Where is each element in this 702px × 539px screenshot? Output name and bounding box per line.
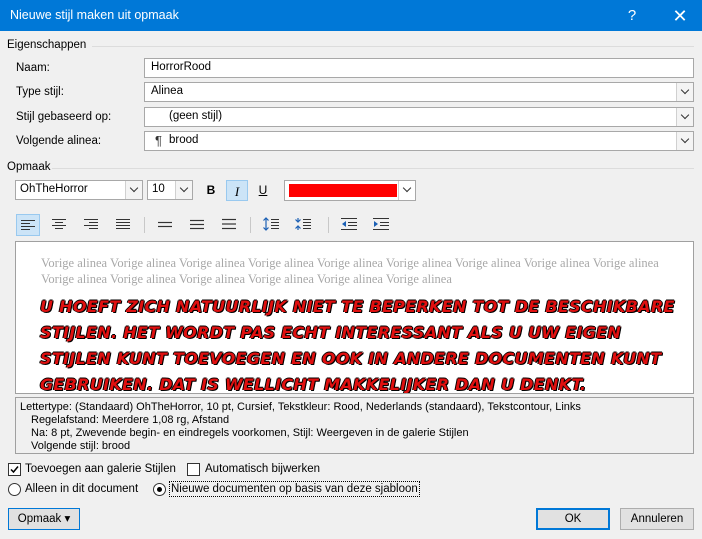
name-value: HorrorRood — [151, 61, 212, 73]
close-button[interactable]: ✕ — [660, 4, 700, 28]
properties-divider — [92, 46, 694, 47]
properties-section-label: Eigenschappen — [7, 39, 87, 51]
bold-button[interactable]: B — [200, 180, 222, 201]
help-button[interactable]: ? — [612, 5, 652, 27]
auto-update-checkbox[interactable] — [187, 463, 200, 476]
description-line-3: Na: 8 pt, Zwevende begin- en eindregels … — [31, 427, 469, 439]
chevron-down-icon[interactable] — [676, 108, 693, 126]
single-spacing-icon — [158, 221, 172, 228]
formatting-section-label: Opmaak — [7, 161, 51, 173]
font-name-dropdown[interactable]: OhTheHorror — [15, 180, 143, 200]
cancel-button[interactable]: Annuleren — [620, 508, 694, 530]
only-this-document-radio[interactable] — [8, 483, 21, 496]
align-left-icon — [21, 220, 35, 230]
double-spacing-button[interactable] — [218, 214, 242, 236]
style-type-value: Alinea — [151, 85, 183, 97]
toolbar-separator — [250, 217, 251, 233]
new-documents-label[interactable]: Nieuwe documenten op basis van deze sjab… — [169, 481, 420, 497]
style-description: Lettertype: (Standaard) OhTheHorror, 10 … — [15, 397, 694, 454]
double-spacing-icon — [222, 218, 236, 230]
align-left-button[interactable] — [16, 214, 40, 236]
font-color-dropdown[interactable] — [284, 180, 416, 201]
one-half-spacing-button[interactable] — [186, 214, 210, 236]
description-line-1: Lettertype: (Standaard) OhTheHorror, 10 … — [20, 401, 581, 413]
new-documents-radio[interactable] — [153, 483, 166, 496]
align-right-icon — [84, 219, 98, 229]
ok-button[interactable]: OK — [536, 508, 610, 530]
sample-text: U hoeft zich natuurlijk niet te beperken… — [40, 297, 675, 394]
align-center-button[interactable] — [48, 214, 72, 236]
name-input[interactable]: HorrorRood — [144, 58, 694, 78]
based-on-value: (geen stijl) — [169, 110, 223, 122]
checkmark-icon — [10, 466, 19, 474]
toolbar-separator — [144, 217, 145, 233]
pilcrow-icon: ¶ — [155, 133, 162, 148]
add-to-gallery-checkbox[interactable] — [8, 463, 21, 476]
formatting-divider — [52, 168, 694, 169]
justify-button[interactable] — [112, 214, 136, 236]
radio-selected-dot — [157, 487, 162, 492]
style-type-dropdown[interactable]: Alinea — [144, 82, 694, 102]
chevron-down-icon[interactable] — [676, 83, 693, 101]
spacing-decrease-icon — [295, 218, 311, 230]
style-type-label: Type stijl: — [16, 86, 64, 98]
auto-update-label[interactable]: Automatisch bijwerken — [205, 463, 320, 475]
align-right-button[interactable] — [80, 214, 104, 236]
font-size-value: 10 — [152, 183, 165, 195]
align-center-icon — [52, 219, 66, 229]
decrease-spacing-before-button[interactable] — [292, 214, 316, 236]
description-line-2: Regelafstand: Meerdere 1,08 rg, Afstand — [31, 414, 230, 426]
chevron-down-icon[interactable] — [175, 181, 192, 199]
based-on-dropdown[interactable]: (geen stijl) — [144, 107, 694, 127]
window-title: Nieuwe stijl maken uit opmaak — [10, 8, 179, 22]
justify-icon — [116, 219, 130, 229]
italic-button[interactable]: I — [226, 180, 248, 201]
font-color-swatch — [289, 184, 397, 197]
chevron-down-icon[interactable] — [398, 181, 415, 200]
title-bar: Nieuwe stijl maken uit opmaak ? ✕ — [0, 0, 702, 31]
font-name-value: OhTheHorror — [20, 183, 88, 195]
following-paragraph-label: Volgende alinea: — [16, 135, 102, 147]
toolbar-separator — [328, 217, 329, 233]
chevron-down-icon[interactable] — [676, 132, 693, 150]
style-preview: Vorige alinea Vorige alinea Vorige aline… — [15, 241, 694, 394]
spacing-increase-icon — [263, 217, 279, 231]
increase-indent-icon — [373, 218, 389, 230]
only-this-document-label[interactable]: Alleen in dit document — [25, 483, 138, 495]
decrease-indent-icon — [341, 218, 357, 230]
decrease-indent-button[interactable] — [338, 214, 362, 236]
following-paragraph-value: brood — [169, 134, 199, 146]
font-size-dropdown[interactable]: 10 — [147, 180, 193, 200]
format-menu-button[interactable]: Opmaak ▾ — [8, 508, 80, 530]
description-line-4: Volgende stijl: brood — [31, 440, 131, 452]
increase-spacing-before-button[interactable] — [260, 214, 284, 236]
name-label: Naam: — [16, 62, 50, 74]
previous-paragraph-text: Vorige alinea Vorige alinea Vorige aline… — [41, 256, 659, 286]
one-half-spacing-icon — [190, 219, 204, 230]
add-to-gallery-label[interactable]: Toevoegen aan galerie Stijlen — [25, 463, 176, 475]
based-on-label: Stijl gebaseerd op: — [16, 111, 112, 123]
chevron-down-icon[interactable] — [125, 181, 142, 199]
underline-button[interactable]: U — [252, 180, 274, 201]
single-spacing-button[interactable] — [154, 214, 178, 236]
following-paragraph-dropdown[interactable]: ¶ brood — [144, 131, 694, 151]
increase-indent-button[interactable] — [370, 214, 394, 236]
